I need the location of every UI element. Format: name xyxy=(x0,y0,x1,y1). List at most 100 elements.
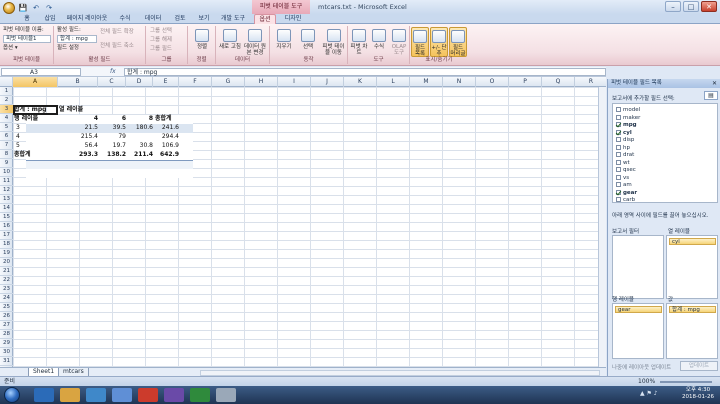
row-header[interactable]: 3 xyxy=(0,105,13,114)
pivot-cell[interactable]: 106.9 xyxy=(154,141,180,150)
chrome-icon[interactable] xyxy=(138,388,158,402)
redo-icon[interactable]: ↷ xyxy=(44,3,54,13)
layout-options-button[interactable]: ▤ xyxy=(704,91,718,100)
cell-grid[interactable]: 합계 : mpg 열 레이블 행 레이블 4 6 8 총합계 3 21.5 39… xyxy=(13,87,606,367)
row-header[interactable]: 6 xyxy=(0,132,13,141)
maximize-button[interactable]: □ xyxy=(683,1,699,12)
fx-icon[interactable]: fx xyxy=(110,67,116,77)
notepad-icon[interactable] xyxy=(216,388,236,402)
tab-formulas[interactable]: 수식 xyxy=(114,14,136,24)
save-icon[interactable]: 💾 xyxy=(18,3,28,13)
row-header[interactable]: 29 xyxy=(0,339,13,348)
row-header[interactable]: 11 xyxy=(0,177,13,186)
undo-icon[interactable]: ↶ xyxy=(31,3,41,13)
pivot-grand-total-label[interactable]: 총합계 xyxy=(13,150,32,159)
checkbox[interactable] xyxy=(616,129,621,135)
zoom-slider[interactable] xyxy=(660,381,712,383)
row-header[interactable]: 2 xyxy=(0,96,13,105)
column-header[interactable]: P xyxy=(509,77,542,87)
group-selection-button[interactable]: 그룹 선택 xyxy=(150,28,172,35)
office-button[interactable] xyxy=(3,2,15,14)
checkbox[interactable] xyxy=(616,152,621,157)
tab-design[interactable]: 디자인 xyxy=(280,14,306,24)
field-settings-button[interactable]: 필드 설정 xyxy=(57,45,79,52)
pivot-cell[interactable]: 294.4 xyxy=(154,132,180,141)
select-button[interactable]: 선택 xyxy=(296,27,320,57)
row-header[interactable]: 22 xyxy=(0,276,13,285)
expand-field-button[interactable]: 전체 필드 확장 xyxy=(100,29,134,36)
pivot-row-label[interactable]: 5 xyxy=(15,141,21,150)
row-header[interactable]: 12 xyxy=(0,186,13,195)
column-header[interactable]: R xyxy=(575,77,606,87)
row-header[interactable]: 1 xyxy=(0,87,13,96)
tab-review[interactable]: 검토 xyxy=(170,14,190,24)
pivot-row-label[interactable]: 3 xyxy=(15,123,21,132)
pivot-column-labels[interactable]: 열 레이블 xyxy=(58,105,84,114)
app2-icon[interactable] xyxy=(164,388,184,402)
tab-page-layout[interactable]: 페이지 레이아웃 xyxy=(64,14,110,24)
row-labels-area[interactable]: gear xyxy=(612,303,664,359)
row-header[interactable]: 8 xyxy=(0,150,13,159)
row-header[interactable]: 26 xyxy=(0,312,13,321)
row-header[interactable]: 27 xyxy=(0,321,13,330)
checkbox[interactable] xyxy=(616,122,621,127)
name-box[interactable]: A3 xyxy=(1,68,81,76)
pivot-cell[interactable]: 215.4 xyxy=(59,132,99,141)
column-header[interactable]: N xyxy=(443,77,476,87)
row-header[interactable]: 17 xyxy=(0,231,13,240)
checkbox[interactable] xyxy=(616,167,621,172)
select-all-corner[interactable] xyxy=(0,77,13,87)
row-header[interactable]: 20 xyxy=(0,258,13,267)
word-icon[interactable] xyxy=(112,388,132,402)
field-headers-button[interactable]: 필드 머리글 xyxy=(449,27,467,57)
row-header[interactable]: 14 xyxy=(0,204,13,213)
field-chip-gear[interactable]: gear xyxy=(615,306,662,313)
checkbox[interactable] xyxy=(616,189,621,195)
pivot-grand-total-header[interactable]: 총합계 xyxy=(154,114,173,123)
checkbox[interactable] xyxy=(616,174,621,180)
minimize-button[interactable]: – xyxy=(665,1,681,12)
tab-developer[interactable]: 개발 도구 xyxy=(218,14,248,24)
pivot-cell[interactable]: 21.5 xyxy=(59,123,99,132)
field-item-carb[interactable]: carb xyxy=(616,196,635,204)
pivot-row-labels[interactable]: 행 레이블 xyxy=(13,114,39,123)
column-header[interactable]: C xyxy=(98,77,126,87)
close-icon[interactable]: ✕ xyxy=(712,79,717,88)
row-header[interactable]: 25 xyxy=(0,303,13,312)
collapse-field-button[interactable]: 전체 필드 축소 xyxy=(100,43,134,50)
pivot-col-header[interactable]: 6 xyxy=(99,114,127,123)
system-tray-icons[interactable]: ▲ ⚑ ♪ xyxy=(640,390,658,397)
checkbox[interactable] xyxy=(616,137,621,142)
change-source-button[interactable]: 데이터 원본 변경 xyxy=(243,27,267,57)
report-filter-area[interactable] xyxy=(612,235,664,299)
pivot-chart-button[interactable]: 피벗 차트 xyxy=(349,27,369,57)
column-header[interactable]: J xyxy=(311,77,344,87)
pivot-cell[interactable]: 79 xyxy=(99,132,127,141)
tab-view[interactable]: 보기 xyxy=(194,14,214,24)
tab-data[interactable]: 데이터 xyxy=(140,14,166,24)
app-icon[interactable] xyxy=(86,388,106,402)
field-chip-sum-mpg[interactable]: 합계 : mpg xyxy=(669,306,716,313)
pivot-row-label[interactable]: 4 xyxy=(15,132,21,141)
move-pivot-button[interactable]: 피벗 테이블 이동 xyxy=(320,27,347,57)
group-field-button[interactable]: 그룹 필드 xyxy=(150,46,172,53)
row-header[interactable]: 31 xyxy=(0,357,13,366)
field-list-button[interactable]: 필드 목록 xyxy=(411,27,429,57)
ie-icon[interactable] xyxy=(34,388,54,402)
formulas-button[interactable]: 수식 xyxy=(369,27,389,57)
plus-minus-button[interactable]: +/- 단추 xyxy=(430,27,448,57)
row-header[interactable]: 9 xyxy=(0,159,13,168)
values-area[interactable]: 합계 : mpg xyxy=(666,303,718,359)
pivot-total-cell[interactable]: 211.4 xyxy=(127,150,154,159)
tab-insert[interactable]: 삽입 xyxy=(40,14,60,24)
column-header[interactable]: L xyxy=(377,77,410,87)
active-field-input[interactable]: 합계 : mpg xyxy=(57,35,97,43)
olap-tools-button[interactable]: OLAP 도구 xyxy=(389,27,409,57)
pivot-col-header[interactable]: 4 xyxy=(59,114,99,123)
clock[interactable]: 오후 4:30 2018-01-26 xyxy=(682,387,714,401)
vertical-scrollbar[interactable] xyxy=(598,87,606,367)
pivot-corner-label[interactable]: 합계 : mpg xyxy=(13,105,47,114)
folder-icon[interactable] xyxy=(60,388,80,402)
excel-icon[interactable] xyxy=(190,388,210,402)
pivot-name-input[interactable]: 피벗 테이블1 xyxy=(3,35,51,43)
